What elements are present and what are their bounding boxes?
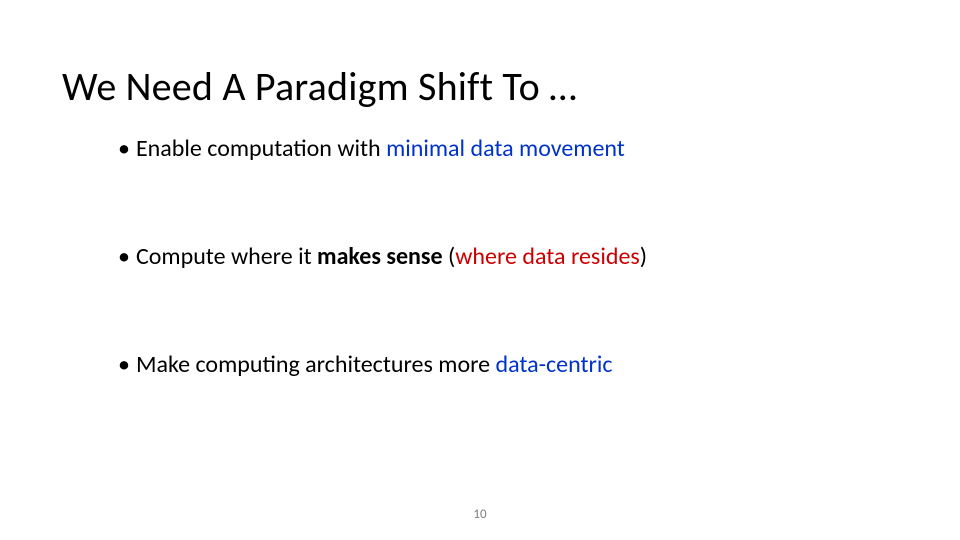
bullet-dot-icon: • <box>118 242 130 272</box>
bullet-1: •Enable computation with minimal data mo… <box>118 134 878 164</box>
slide: We Need A Paradigm Shift To … •Enable co… <box>0 0 960 540</box>
bullet-2-bold: makes sense <box>317 242 443 271</box>
bullet-2-text-b: ( <box>443 242 456 271</box>
bullet-dot-icon: • <box>118 350 130 380</box>
bullet-1-highlight: minimal data movement <box>386 134 625 163</box>
bullet-2: •Compute where it makes sense (where dat… <box>118 242 878 272</box>
bullet-3: •Make computing architectures more data-… <box>118 350 878 380</box>
bullet-2-text-c: ) <box>640 242 647 271</box>
bullet-3-highlight: data-centric <box>496 350 613 379</box>
bullet-2-text-a: Compute where it <box>136 242 317 271</box>
bullet-2-highlight: where data resides <box>455 242 640 271</box>
bullet-3-text-a: Make computing architectures more <box>136 350 496 379</box>
bullet-1-text-a: Enable computation with <box>136 134 386 163</box>
slide-title: We Need A Paradigm Shift To … <box>62 62 577 111</box>
bullet-dot-icon: • <box>118 134 130 164</box>
page-number: 10 <box>0 507 960 522</box>
bullet-list: •Enable computation with minimal data mo… <box>118 134 878 380</box>
